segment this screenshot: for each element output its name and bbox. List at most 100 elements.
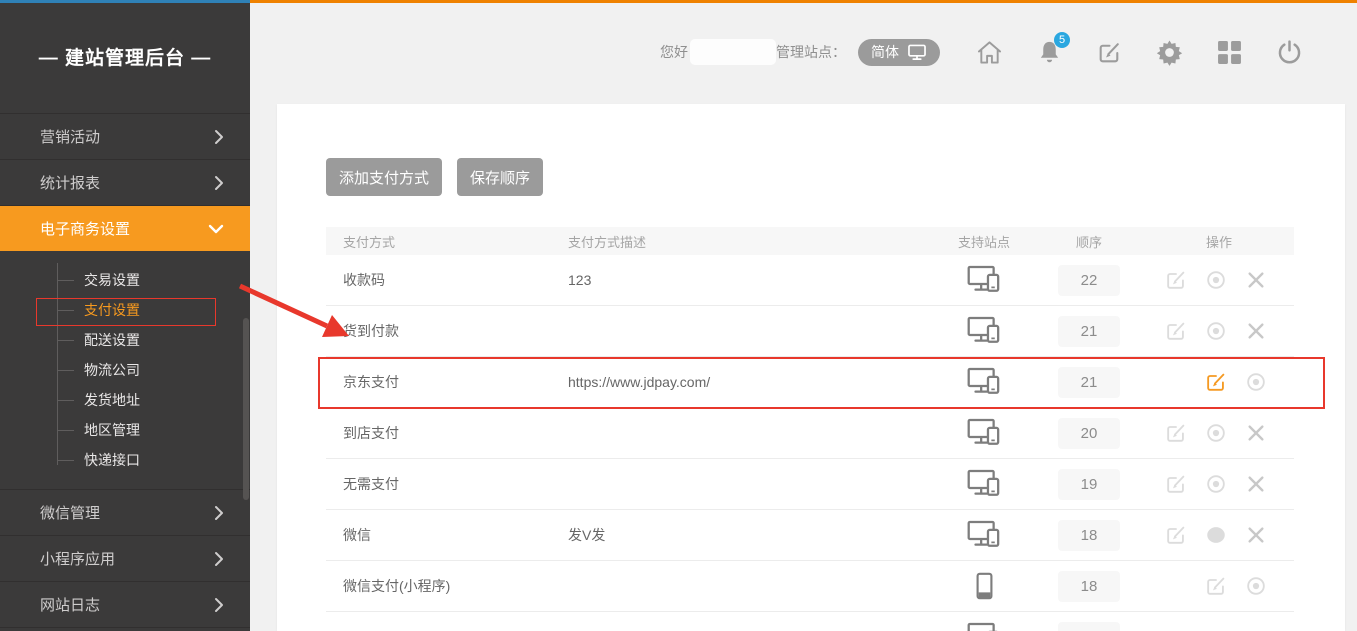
table-row: 无需支付 (326, 459, 1294, 510)
desktop-mobile-icon (967, 469, 1001, 499)
delete-icon[interactable] (1244, 523, 1268, 547)
delete-icon[interactable] (1244, 421, 1268, 445)
payment-method-name: 京东支付 (326, 372, 568, 392)
payment-method-name: 货到付款 (326, 321, 568, 341)
table-row: 收款码 123 (326, 255, 1294, 306)
tree-tick (57, 370, 74, 371)
order-input[interactable] (1058, 265, 1120, 296)
tree-tick (57, 310, 74, 311)
manage-site-label: 管理站点： (776, 42, 846, 62)
order-input[interactable] (1058, 367, 1120, 398)
eye-icon[interactable] (1204, 421, 1228, 445)
edit-icon[interactable] (1204, 370, 1228, 394)
desktop-mobile-icon (967, 265, 1001, 295)
column-header-description: 支付方式描述 (568, 232, 934, 251)
home-icon[interactable] (976, 39, 1003, 66)
site-version-pill[interactable]: 简体 (858, 39, 940, 66)
power-icon[interactable] (1276, 39, 1303, 66)
compose-icon[interactable] (1096, 39, 1123, 66)
eye-icon[interactable] (1204, 268, 1228, 292)
payment-method-name: 微信支付(小程序) (326, 576, 568, 596)
tree-tick (57, 430, 74, 431)
chevron-down-icon (208, 224, 224, 234)
sidebar-item-miniprogram-apps[interactable]: 小程序应用 (0, 535, 250, 581)
sidebar-item-website-logs[interactable]: 网站日志 (0, 581, 250, 627)
edit-icon[interactable] (1164, 472, 1188, 496)
submenu-item-payment-settings[interactable]: 支付设置 (0, 295, 250, 325)
eye-icon[interactable] (1204, 319, 1228, 343)
eye-icon[interactable] (1244, 574, 1268, 598)
content-card: 添加支付方式 保存顺序 支付方式 支付方式描述 支持站点 顺序 操作 收款码 1… (277, 104, 1345, 631)
delete-icon[interactable] (1244, 472, 1268, 496)
table-row: 微信 发V发 (326, 510, 1294, 561)
payment-method-description: 123 (568, 272, 934, 288)
gear-icon[interactable] (1156, 39, 1183, 66)
edit-icon[interactable] (1204, 574, 1228, 598)
chevron-right-icon (214, 129, 224, 145)
table-row: 到店支付 (326, 408, 1294, 459)
order-input[interactable] (1058, 520, 1120, 551)
table-row: 微信支付(小程序) (326, 561, 1294, 612)
column-header-payment-method: 支付方式 (326, 232, 568, 251)
eye-icon[interactable] (1244, 370, 1268, 394)
sidebar-item-reports[interactable]: 统计报表 (0, 159, 250, 205)
sidebar-scrollbar[interactable] (243, 318, 249, 500)
edit-icon[interactable] (1164, 319, 1188, 343)
add-payment-method-button[interactable]: 添加支付方式 (326, 158, 442, 196)
notification-badge: 5 (1054, 32, 1070, 48)
payment-method-name: 无需支付 (326, 474, 568, 494)
sidebar-item-label: 营销活动 (40, 126, 100, 147)
column-header-actions: 操作 (1144, 232, 1294, 251)
submenu-item-delivery-settings[interactable]: 配送设置 (0, 325, 250, 355)
sidebar-item-label: 统计报表 (40, 172, 100, 193)
sidebar-item-wechat-management[interactable]: 微信管理 (0, 489, 250, 535)
sidebar-item-ecommerce-settings[interactable]: 电子商务设置 (0, 205, 250, 251)
eye-icon[interactable] (1204, 472, 1228, 496)
top-bar: 您好 管理站点： 简体 5 (250, 0, 1357, 104)
divider (0, 627, 250, 628)
column-header-supported-sites: 支持站点 (934, 232, 1034, 251)
desktop-mobile-icon (967, 418, 1001, 448)
app-title: — 建站管理后台 — (0, 0, 250, 113)
mobile-icon (976, 572, 993, 600)
apps-grid-icon[interactable] (1216, 39, 1243, 66)
order-input[interactable] (1058, 469, 1120, 500)
hidden-dot-icon[interactable] (1204, 523, 1228, 547)
edit-icon[interactable] (1164, 421, 1188, 445)
payment-methods-table: 支付方式 支付方式描述 支持站点 顺序 操作 收款码 123 货到付款 (326, 227, 1294, 631)
order-input[interactable] (1058, 571, 1120, 602)
payment-method-description: 发V发 (568, 525, 934, 545)
desktop-mobile-icon (967, 520, 1001, 550)
redacted-username (690, 39, 776, 65)
table-row-jdpay: 京东支付 https://www.jdpay.com/ (326, 357, 1294, 408)
chevron-right-icon (214, 551, 224, 567)
table-row-partial (326, 612, 1294, 631)
tree-tick (57, 340, 74, 341)
order-input[interactable] (1058, 418, 1120, 449)
payment-method-name: 微信 (326, 525, 568, 545)
edit-icon[interactable] (1164, 268, 1188, 292)
language-label: 简体 (871, 42, 899, 62)
submenu-item-transaction-settings[interactable]: 交易设置 (0, 265, 250, 295)
monitor-icon (907, 44, 927, 61)
submenu-item-logistics-company[interactable]: 物流公司 (0, 355, 250, 385)
chevron-right-icon (214, 505, 224, 521)
tree-tick (57, 460, 74, 461)
delete-icon[interactable] (1244, 268, 1268, 292)
submenu-item-region-management[interactable]: 地区管理 (0, 415, 250, 445)
payment-method-name: 收款码 (326, 270, 568, 290)
delete-icon[interactable] (1244, 319, 1268, 343)
submenu-item-express-interface[interactable]: 快递接口 (0, 445, 250, 475)
order-input[interactable] (1058, 622, 1120, 631)
save-order-button[interactable]: 保存顺序 (457, 158, 543, 196)
chevron-right-icon (214, 175, 224, 191)
column-header-order: 顺序 (1034, 232, 1144, 251)
tree-tick (57, 400, 74, 401)
order-input[interactable] (1058, 316, 1120, 347)
bell-icon[interactable]: 5 (1036, 39, 1063, 66)
submenu-item-shipping-address[interactable]: 发货地址 (0, 385, 250, 415)
top-icon-group: 5 (976, 39, 1303, 66)
sidebar-item-marketing[interactable]: 营销活动 (0, 113, 250, 159)
table-header-row: 支付方式 支付方式描述 支持站点 顺序 操作 (326, 227, 1294, 255)
edit-icon[interactable] (1164, 523, 1188, 547)
